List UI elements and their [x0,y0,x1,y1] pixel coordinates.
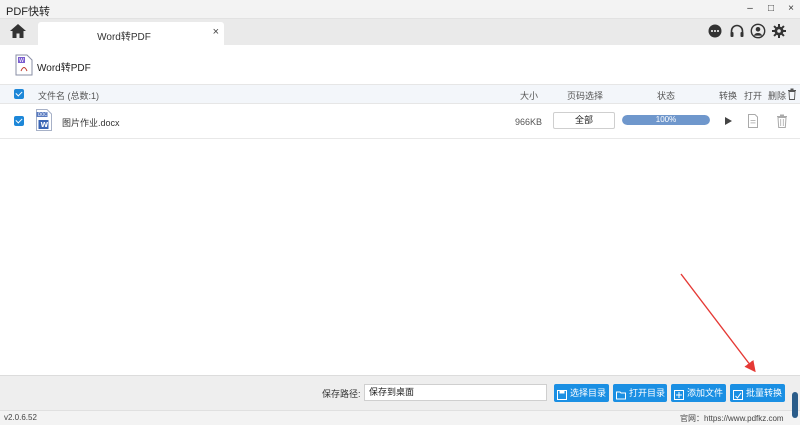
save-icon [557,388,567,400]
svg-text:W: W [19,58,24,64]
bottom-toolbar: 保存路径: 保存到桌面 选择目录 打开目录 添加文件 批量转换 [0,375,800,410]
table-header: 文件名 (总数:1) 大小 页码选择 状态 转换 打开 删除 [0,84,800,104]
col-filename: 文件名 (总数:1) [38,91,100,101]
col-convert: 转换 [719,91,738,101]
app-title: PDF快转 [6,6,50,18]
file-name: 图片作业.docx [62,118,120,128]
minimize-button[interactable]: – [743,1,757,17]
page-range-select[interactable]: 全部 [553,112,615,129]
maximize-button[interactable]: □ [764,1,778,17]
website-link[interactable]: 官网：https://www.pdfkz.com [680,413,784,424]
docx-file-icon: DOC W [36,109,52,131]
title-bar: PDF快转 – □ × [0,0,800,19]
tab-label: Word转PDF [97,32,151,43]
choose-dir-label: 选择目录 [570,388,607,398]
user-icon[interactable] [750,23,766,39]
col-size: 大小 [520,91,539,101]
chat-icon[interactable] [707,23,723,39]
open-dir-label: 打开目录 [629,388,666,398]
delete-row-icon[interactable] [775,113,789,129]
col-page-select: 页码选择 [567,91,604,101]
gear-icon[interactable] [771,23,787,39]
svg-text:W: W [41,121,49,129]
status-bar: v2.0.6.52 官网：https://www.pdfkz.com [0,410,800,425]
col-open: 打开 [744,91,763,101]
headset-icon[interactable] [729,23,745,39]
scroll-indicator[interactable] [792,392,798,418]
svg-text:DOC: DOC [38,112,47,117]
batch-convert-button[interactable]: 批量转换 [730,384,785,402]
file-size: 966KB [515,117,543,127]
version-label: v2.0.6.52 [4,413,37,422]
choose-dir-button[interactable]: 选择目录 [554,384,609,402]
delete-all-icon[interactable] [787,88,797,100]
col-status: 状态 [657,91,676,101]
open-file-icon[interactable] [746,113,760,129]
table-row[interactable]: DOC W 图片作业.docx 966KB 全部 100% [0,104,800,139]
row-checkbox[interactable] [14,116,24,126]
save-path-field[interactable]: 保存到桌面 [364,384,547,401]
tab-word-to-pdf[interactable]: Word转PDF × [38,22,224,45]
save-path-label: 保存路径: [322,389,361,399]
progress-label: 100% [655,115,677,124]
file-list-area [0,140,800,375]
col-delete: 删除 [768,91,787,101]
batch-convert-label: 批量转换 [746,388,783,398]
plus-icon [674,388,684,400]
select-all-checkbox[interactable] [14,89,24,99]
page-title: Word转PDF [37,63,91,74]
folder-icon [616,388,626,400]
play-icon[interactable] [721,113,735,129]
add-file-label: 添加文件 [687,388,724,398]
home-icon[interactable] [9,23,27,39]
convert-icon [733,388,743,400]
progress-bar: 100% [622,115,710,125]
tab-bar: Word转PDF × [0,19,800,45]
word-to-pdf-logo-icon: W [15,54,33,76]
tool-header: W Word转PDF [0,45,800,84]
close-button[interactable]: × [784,1,798,17]
tab-close-button[interactable]: × [213,26,219,38]
open-dir-button[interactable]: 打开目录 [613,384,667,402]
add-file-button[interactable]: 添加文件 [671,384,726,402]
